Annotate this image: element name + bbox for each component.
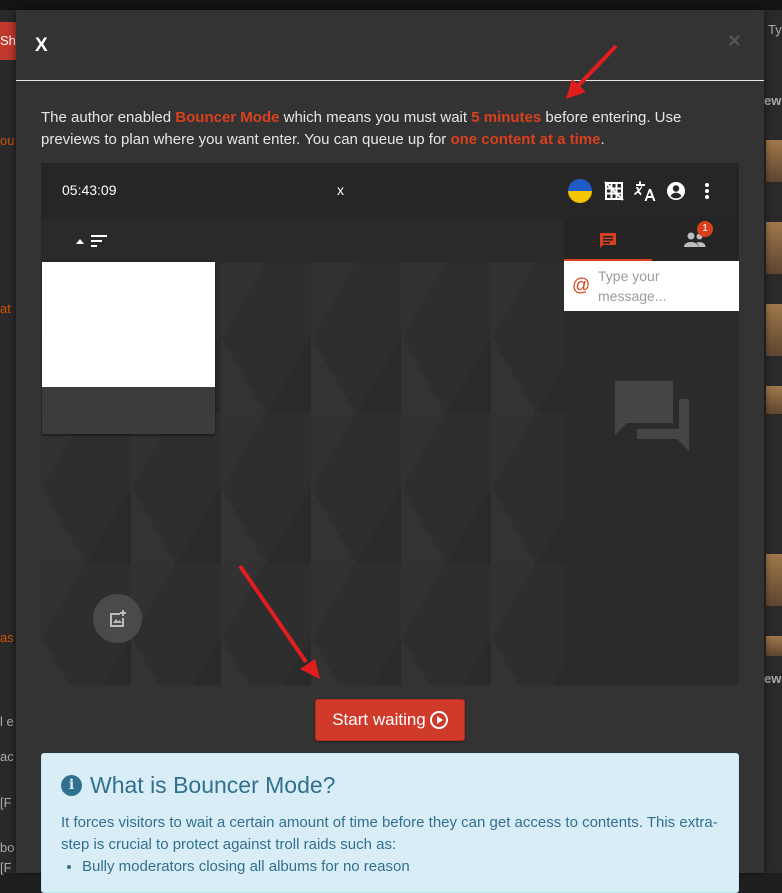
- info-list: Bully moderators closing all albums for …: [82, 858, 410, 875]
- modal-divider: [16, 80, 764, 81]
- intro-part: .: [600, 131, 604, 148]
- red-arrow-annotation: [236, 562, 326, 682]
- room-preview: 05:43:09 x: [41, 163, 739, 685]
- preview-close-x[interactable]: x: [337, 182, 344, 198]
- message-input[interactable]: @ Type your message...: [564, 261, 739, 311]
- modal-close-button[interactable]: ×: [728, 28, 741, 54]
- add-image-icon[interactable]: [93, 594, 142, 643]
- bg-fragment: as: [0, 630, 14, 645]
- bg-fragment: ew: [764, 93, 781, 108]
- bg-fragment: ac: [0, 749, 14, 764]
- intro-part: The author enabled: [41, 109, 175, 126]
- info-title: What is Bouncer Mode?: [90, 772, 335, 799]
- thumbnail[interactable]: [766, 636, 782, 656]
- red-arrow-annotation: [560, 42, 620, 104]
- info-heading: i What is Bouncer Mode?: [61, 772, 335, 799]
- chat-empty-icon: [615, 381, 689, 460]
- chat-tab-icon[interactable]: [597, 230, 619, 257]
- chat-tabs: 1: [564, 219, 739, 261]
- thumbnail[interactable]: [766, 554, 782, 606]
- preview-topbar: 05:43:09 x: [41, 163, 739, 219]
- top-bar: [0, 0, 782, 10]
- bg-fragment: Ty: [768, 22, 782, 37]
- message-placeholder: Type your message...: [598, 266, 728, 306]
- modal-title: X: [35, 35, 48, 57]
- thumbnail[interactable]: [766, 222, 782, 274]
- modal-header: X ×: [16, 10, 764, 82]
- content-card[interactable]: [42, 262, 215, 434]
- intro-text: The author enabled Bouncer Mode which me…: [41, 107, 741, 151]
- wait-time-highlight: 5 minutes: [471, 109, 541, 126]
- thumbnail[interactable]: [766, 386, 782, 414]
- grid-off-icon[interactable]: [602, 179, 626, 203]
- bouncer-modal: X × The author enabled Bouncer Mode whic…: [16, 10, 764, 873]
- intro-part: which means you must wait: [279, 109, 471, 126]
- bg-fragment: [F: [0, 795, 12, 810]
- left-tab[interactable]: Sh: [0, 22, 16, 60]
- preview-clock: 05:43:09: [62, 182, 117, 198]
- thumbnail[interactable]: [766, 304, 782, 356]
- thumbnail[interactable]: [766, 140, 782, 182]
- bouncer-mode-highlight: Bouncer Mode: [175, 109, 279, 126]
- users-count-badge: 1: [697, 221, 713, 237]
- start-waiting-button[interactable]: Start waiting: [315, 699, 465, 741]
- more-vert-icon[interactable]: [695, 179, 719, 203]
- info-list-item: Bully moderators closing all albums for …: [82, 858, 410, 875]
- info-text: It forces visitors to wait a certain amo…: [61, 812, 721, 856]
- ukraine-flag-icon[interactable]: [568, 179, 592, 203]
- chat-sidebar: 1 @ Type your message...: [564, 219, 739, 685]
- sort-icon[interactable]: [74, 232, 110, 250]
- bg-fragment: ou: [0, 133, 14, 148]
- info-icon: i: [61, 775, 82, 796]
- bg-fragment: ew: [764, 671, 781, 686]
- info-box: i What is Bouncer Mode? It forces visito…: [41, 753, 739, 893]
- content-card-image: [42, 262, 215, 387]
- bg-fragment: bo: [0, 840, 14, 855]
- queue-limit-highlight: one content at a time: [450, 131, 600, 148]
- preview-toolbar: [41, 219, 564, 263]
- play-circle-icon: [430, 711, 448, 729]
- start-waiting-label: Start waiting: [332, 710, 426, 730]
- bg-fragment: at: [0, 301, 11, 316]
- account-circle-icon[interactable]: [664, 179, 688, 203]
- mention-icon[interactable]: @: [572, 275, 590, 296]
- bg-fragment: l e: [0, 714, 14, 729]
- translate-icon[interactable]: [633, 179, 657, 203]
